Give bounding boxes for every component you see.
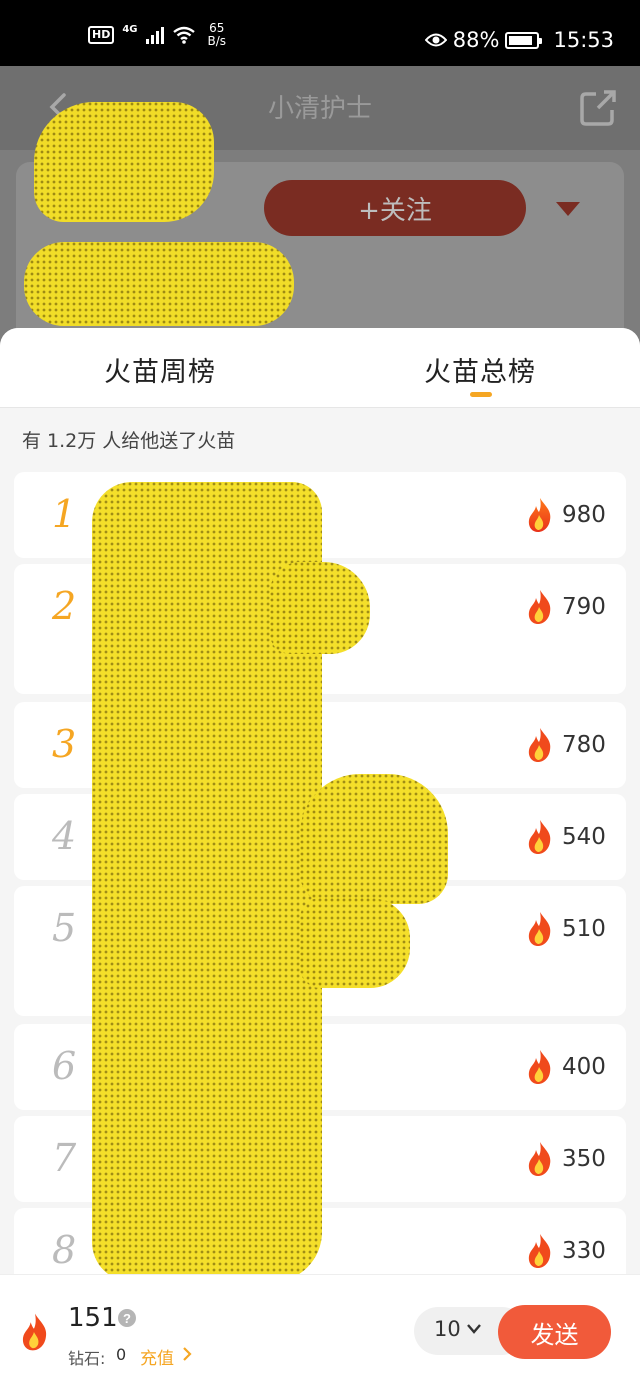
rank-number: 5 <box>52 906 77 950</box>
status-right: 88% 15:53 <box>424 28 614 52</box>
supporters-summary: 有 1.2万 人给他送了火苗 <box>22 429 236 452</box>
question-icon[interactable]: ? <box>118 1309 136 1327</box>
fire-balance: 151 <box>68 1303 118 1333</box>
rank-number: 4 <box>52 814 77 858</box>
rank-number: 7 <box>52 1136 77 1180</box>
send-button[interactable]: 发送 <box>498 1305 611 1359</box>
eye-icon <box>424 33 447 47</box>
fire-score: 510 <box>562 916 606 942</box>
signal-icon <box>145 26 164 44</box>
tab-weekly-ranking[interactable]: 火苗周榜 <box>104 350 216 389</box>
diamond-label: 钻石: <box>68 1349 106 1368</box>
fire-icon <box>528 728 551 762</box>
redacted-area <box>24 242 294 326</box>
fire-leaderboard-sheet: 火苗周榜 火苗总榜 有 1.2万 人给他送了火苗 1 980 2 790 3 7… <box>0 328 640 1386</box>
recharge-link[interactable]: 充值 <box>140 1344 174 1369</box>
chevron-right-icon[interactable] <box>182 1347 192 1361</box>
fire-icon <box>528 820 551 854</box>
fire-score: 790 <box>562 594 606 620</box>
share-icon[interactable] <box>578 88 618 128</box>
rank-number: 6 <box>52 1044 77 1088</box>
gift-bottom-bar: 151 ? 钻石: 0 充值 10 发送 <box>0 1274 640 1386</box>
battery-percent: 88% <box>452 28 500 52</box>
fire-icon <box>22 1313 47 1351</box>
rank-number: 2 <box>52 584 77 628</box>
follow-button[interactable]: +关注 <box>264 180 526 236</box>
speed-value: 65 <box>209 21 225 35</box>
fire-icon <box>528 1234 551 1268</box>
fire-icon <box>528 1050 551 1084</box>
tab-total-ranking[interactable]: 火苗总榜 <box>424 350 536 389</box>
fire-score: 780 <box>562 732 606 758</box>
diamond-value: 0 <box>116 1345 127 1364</box>
network-type: 4G <box>122 23 138 35</box>
clock: 15:53 <box>553 28 614 52</box>
fire-icon <box>528 590 551 624</box>
fire-icon <box>528 1142 551 1176</box>
status-left: HD 4G 65 B/s <box>88 22 226 48</box>
fire-icon <box>528 498 551 532</box>
redacted-area <box>34 102 214 222</box>
redacted-area <box>300 774 448 904</box>
fire-icon <box>528 912 551 946</box>
active-tab-indicator <box>470 392 492 397</box>
chevron-down-icon <box>467 1324 481 1334</box>
rank-number: 8 <box>52 1228 77 1272</box>
tab-bar: 火苗周榜 火苗总榜 <box>0 328 640 408</box>
network-speed: 65 B/s <box>208 22 227 48</box>
wifi-icon <box>172 26 195 44</box>
hd-badge: HD <box>88 26 115 44</box>
battery-icon <box>505 31 543 49</box>
speed-unit: B/s <box>207 34 227 48</box>
fire-score: 980 <box>562 502 606 528</box>
rank-number: 3 <box>52 722 77 766</box>
redacted-area <box>300 898 410 988</box>
fire-score: 540 <box>562 824 606 850</box>
redacted-area <box>270 562 370 654</box>
triangle-down-icon[interactable] <box>556 202 580 216</box>
svg-text:?: ? <box>123 1311 131 1326</box>
status-bar: HD 4G 65 B/s 88% 15:53 <box>0 0 640 66</box>
fire-score: 400 <box>562 1054 606 1080</box>
fire-score: 350 <box>562 1146 606 1172</box>
fire-score: 330 <box>562 1238 606 1264</box>
rank-number: 1 <box>52 492 77 536</box>
quantity-value: 10 <box>434 1317 461 1341</box>
